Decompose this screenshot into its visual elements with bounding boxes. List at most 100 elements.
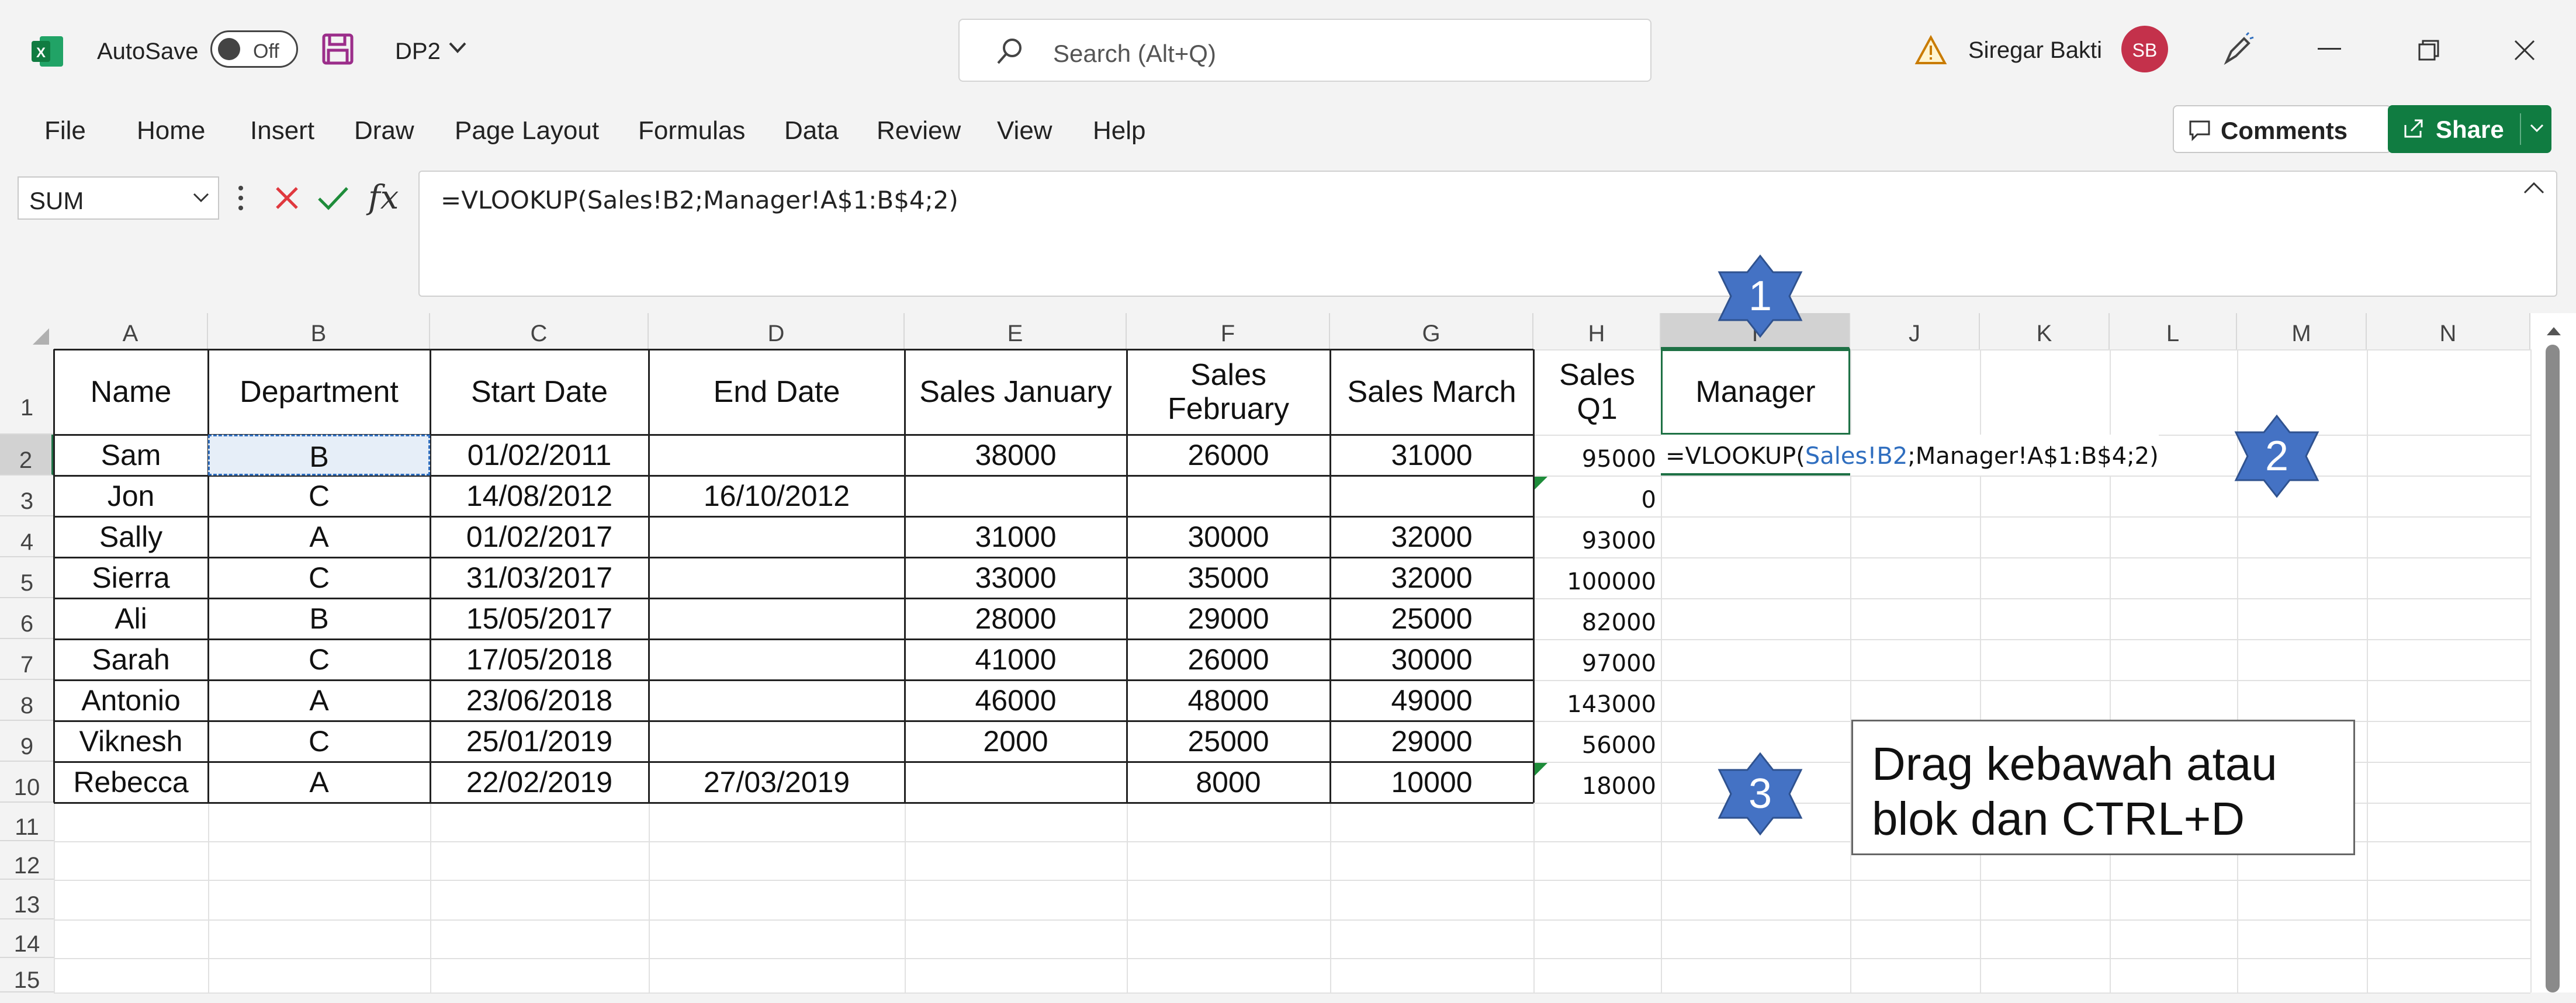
data-cell[interactable] xyxy=(905,762,1127,803)
header-cell[interactable]: Sales February xyxy=(1127,349,1330,435)
data-cell[interactable]: 28000 xyxy=(905,598,1127,639)
active-cell-editor[interactable]: =VLOOKUP(Sales!B2;Manager!A$1:B$4;2) xyxy=(1661,435,2159,476)
tab-draw[interactable]: Draw xyxy=(354,117,414,145)
data-cell[interactable]: 25/01/2019 xyxy=(430,721,649,762)
data-cell[interactable]: A xyxy=(208,762,430,803)
enter-icon[interactable] xyxy=(316,183,351,213)
data-cell[interactable]: 27/03/2019 xyxy=(649,762,905,803)
column-header-d[interactable]: D xyxy=(649,313,905,349)
data-cell[interactable] xyxy=(1330,476,1533,516)
data-cell[interactable]: Rebecca xyxy=(54,762,208,803)
data-cell[interactable]: 23/06/2018 xyxy=(430,680,649,721)
data-cell[interactable] xyxy=(1127,476,1330,516)
column-header-h[interactable]: H xyxy=(1533,313,1661,349)
data-cell[interactable]: C xyxy=(208,721,430,762)
header-cell[interactable]: End Date xyxy=(649,349,905,435)
data-cell[interactable]: 29000 xyxy=(1127,598,1330,639)
tab-page-layout[interactable]: Page Layout xyxy=(455,117,599,145)
data-cell[interactable]: 26000 xyxy=(1127,435,1330,476)
row-header-7[interactable]: 7 xyxy=(0,639,54,680)
data-cell[interactable]: 93000 xyxy=(1533,516,1661,557)
restore-icon[interactable] xyxy=(2417,39,2440,62)
row-header-9[interactable]: 9 xyxy=(0,721,54,762)
data-cell[interactable] xyxy=(649,557,905,598)
data-cell[interactable]: 8000 xyxy=(1127,762,1330,803)
row-header-10[interactable]: 10 xyxy=(0,762,54,803)
data-cell[interactable]: 2000 xyxy=(905,721,1127,762)
data-cell[interactable]: B xyxy=(208,598,430,639)
data-cell[interactable]: 33000 xyxy=(905,557,1127,598)
comments-button[interactable]: Comments xyxy=(2173,105,2391,153)
data-cell[interactable]: 32000 xyxy=(1330,516,1533,557)
collapse-chevron-icon[interactable] xyxy=(2522,180,2546,195)
row-header-6[interactable]: 6 xyxy=(0,598,54,639)
column-header-a[interactable]: A xyxy=(54,313,208,349)
row-header-8[interactable]: 8 xyxy=(0,680,54,721)
tab-view[interactable]: View xyxy=(997,117,1052,145)
data-cell[interactable]: Antonio xyxy=(54,680,208,721)
error-indicator[interactable] xyxy=(1535,477,1547,490)
header-cell[interactable]: Department xyxy=(208,349,430,435)
cancel-icon[interactable] xyxy=(272,183,302,213)
tab-data[interactable]: Data xyxy=(784,117,839,145)
data-cell[interactable]: 46000 xyxy=(905,680,1127,721)
header-cell[interactable]: Sales January xyxy=(905,349,1127,435)
data-cell[interactable]: Sierra xyxy=(54,557,208,598)
data-cell[interactable]: 15/05/2017 xyxy=(430,598,649,639)
column-header-k[interactable]: K xyxy=(1980,313,2110,349)
data-cell[interactable]: 97000 xyxy=(1533,639,1661,680)
data-cell[interactable]: C xyxy=(208,639,430,680)
data-cell[interactable]: 01/02/2017 xyxy=(430,516,649,557)
column-header-g[interactable]: G xyxy=(1330,313,1533,349)
column-header-j[interactable]: J xyxy=(1850,313,1980,349)
column-header-n[interactable]: N xyxy=(2367,313,2530,349)
data-cell[interactable]: 31000 xyxy=(1330,435,1533,476)
data-cell[interactable]: 35000 xyxy=(1127,557,1330,598)
data-cell[interactable]: 25000 xyxy=(1330,598,1533,639)
data-cell[interactable]: Sally xyxy=(54,516,208,557)
data-cell[interactable]: 16/10/2012 xyxy=(649,476,905,516)
row-header-3[interactable]: 3 xyxy=(0,476,54,516)
data-cell[interactable]: 82000 xyxy=(1533,598,1661,639)
data-cell[interactable]: 0 xyxy=(1533,476,1661,516)
data-cell[interactable] xyxy=(649,721,905,762)
data-cell[interactable]: 143000 xyxy=(1533,680,1661,721)
row-header-4[interactable]: 4 xyxy=(0,516,54,557)
data-cell[interactable]: A xyxy=(208,516,430,557)
data-cell[interactable]: 29000 xyxy=(1330,721,1533,762)
minimize-icon[interactable] xyxy=(2318,48,2341,50)
data-cell[interactable]: A xyxy=(208,680,430,721)
chevron-down-icon[interactable] xyxy=(192,192,210,204)
data-cell[interactable]: 10000 xyxy=(1330,762,1533,803)
data-cell[interactable]: 41000 xyxy=(905,639,1127,680)
column-header-c[interactable]: C xyxy=(430,313,649,349)
data-cell[interactable]: 31/03/2017 xyxy=(430,557,649,598)
column-header-f[interactable]: F xyxy=(1127,313,1330,349)
data-cell[interactable]: Ali xyxy=(54,598,208,639)
data-cell[interactable]: Sarah xyxy=(54,639,208,680)
data-cell[interactable]: 18000 xyxy=(1533,762,1661,803)
data-cell[interactable] xyxy=(649,516,905,557)
data-cell[interactable] xyxy=(649,639,905,680)
column-header-b[interactable]: B xyxy=(208,313,430,349)
chevron-down-icon[interactable] xyxy=(448,41,468,55)
data-cell[interactable]: Jon xyxy=(54,476,208,516)
data-cell[interactable]: 49000 xyxy=(1330,680,1533,721)
row-header-1[interactable]: 1 xyxy=(0,349,54,435)
user-name[interactable]: Siregar Bakti xyxy=(1968,39,2102,62)
data-cell[interactable]: 22/02/2019 xyxy=(430,762,649,803)
scroll-up-icon[interactable] xyxy=(2546,325,2562,336)
data-cell[interactable]: 25000 xyxy=(1127,721,1330,762)
share-button[interactable]: Share xyxy=(2388,105,2551,153)
data-cell[interactable]: 38000 xyxy=(905,435,1127,476)
name-box[interactable]: SUM xyxy=(18,176,219,220)
data-cell[interactable]: 56000 xyxy=(1533,721,1661,762)
data-cell[interactable]: 26000 xyxy=(1127,639,1330,680)
row-header-2[interactable]: 2 xyxy=(0,435,54,476)
row-header-15[interactable]: 15 xyxy=(0,958,54,993)
column-header-e[interactable]: E xyxy=(905,313,1127,349)
header-cell[interactable]: Sales March xyxy=(1330,349,1533,435)
document-name[interactable]: DP2 xyxy=(395,40,441,63)
formula-input[interactable]: =VLOOKUP(Sales!B2;Manager!A$1:B$4;2) xyxy=(418,171,2557,297)
data-cell[interactable]: 95000 xyxy=(1533,435,1661,476)
